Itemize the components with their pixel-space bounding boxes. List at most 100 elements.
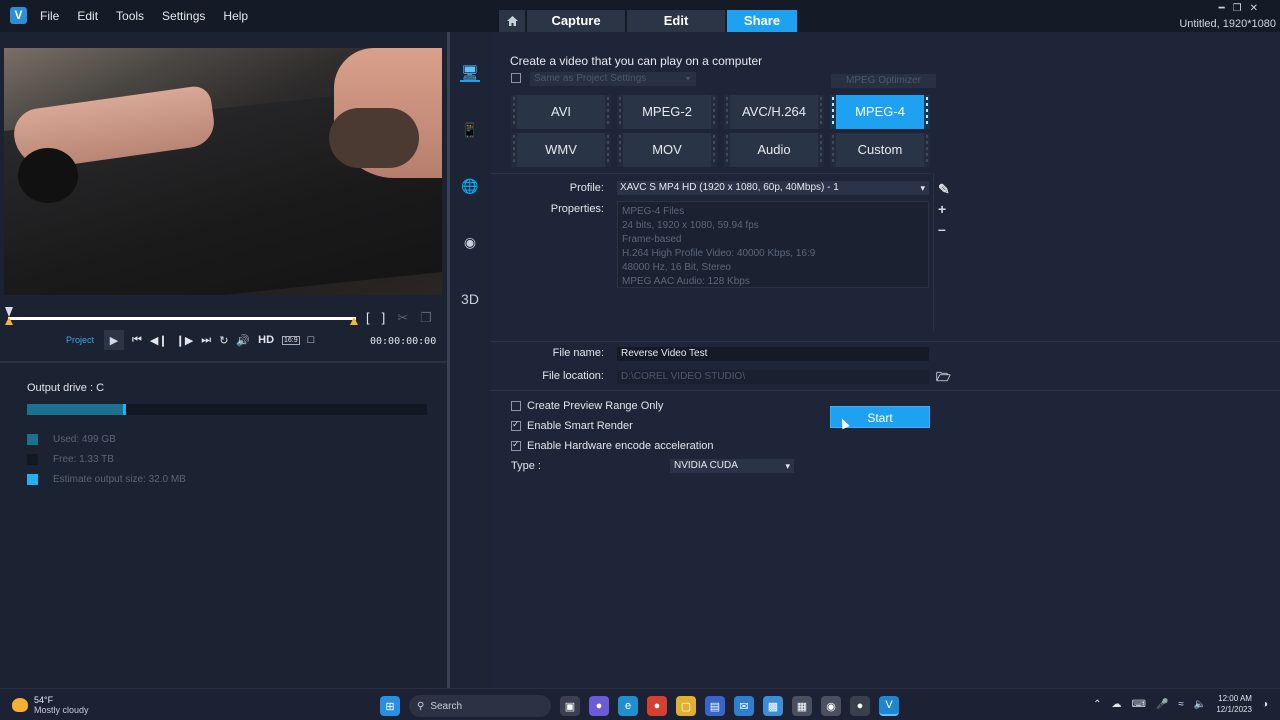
format-custom[interactable]: Custom [830,133,930,167]
close-icon[interactable]: ✕ [1250,3,1266,14]
go-start-icon[interactable]: ⏮ [132,334,142,347]
used-label: Used: 499 GB [53,433,116,445]
same-as-project-checkbox[interactable] [511,73,521,83]
3d-icon[interactable]: 3D [460,289,480,309]
task-view-icon[interactable]: ▣ [560,696,580,716]
aspect-ratio-button[interactable]: 16:9 [282,335,300,345]
properties-box: MPEG-4 Files 24 bits, 1920 x 1080, 59.94… [617,201,929,288]
menu-settings[interactable]: Settings [162,9,205,23]
home-icon [506,16,518,26]
format-mov[interactable]: MOV [617,133,717,167]
drive-legend: Used: 499 GB Free: 1.33 TB Estimate outp… [27,429,186,489]
format-avi[interactable]: AVI [511,95,611,129]
calculator-icon[interactable]: ▦ [792,696,812,716]
volume-icon[interactable]: 🔊 [236,334,250,347]
mark-out-icon[interactable]: ] [382,310,386,326]
weather-desc: Mostly cloudy [34,705,89,715]
windows-start-icon[interactable]: ⊞ [380,696,400,716]
file-name-input[interactable]: Reverse Video Test [617,347,929,361]
smart-render-option[interactable]: Enable Smart Render [511,419,633,432]
weather-widget[interactable]: 54°F Mostly cloudy [12,695,89,715]
preview-range-option[interactable]: Create Preview Range Only [511,400,663,412]
file-explorer-icon[interactable]: ▢ [676,696,696,716]
notification-icon[interactable]: ◑ [1262,699,1268,710]
copy-icon[interactable]: ❐ [420,310,432,326]
chrome-icon[interactable]: ● [647,696,667,716]
type-select[interactable]: NVIDIA CUDA [670,459,794,473]
share-heading: Create a video that you can play on a co… [510,54,763,68]
split-icon[interactable]: ✂ [397,310,408,326]
weather-icon [12,698,28,712]
format-wmv[interactable]: WMV [511,133,611,167]
hardware-encode-option[interactable]: Enable Hardware encode acceleration [511,439,714,452]
browse-folder-icon[interactable]: 🗁 [936,368,951,389]
minimize-icon[interactable]: ━ [1219,3,1233,14]
menu-help[interactable]: Help [223,9,248,23]
smart-render-checkbox[interactable] [511,419,521,431]
project-mode-label[interactable]: Project [66,335,94,345]
hardware-encode-checkbox[interactable] [511,439,521,451]
videostudio-taskbar-icon[interactable]: V [879,696,899,716]
speaker-icon[interactable]: 🔈 [1194,699,1206,710]
play-button[interactable]: ▶ [104,330,125,350]
format-audio[interactable]: Audio [724,133,824,167]
store-icon[interactable]: ▤ [705,696,725,716]
timecode-field[interactable]: 00:00:00:00 [370,336,436,347]
keyboard-icon[interactable]: ⌨ [1132,699,1146,710]
onedrive-icon[interactable]: ☁ [1112,699,1122,710]
scrub-bar[interactable] [8,317,356,320]
prev-frame-icon[interactable]: ◀❙ [150,334,168,347]
photos-icon[interactable]: ▩ [763,696,783,716]
tray-overflow-icon[interactable]: ⌃ [1093,699,1101,710]
tab-edit[interactable]: Edit [627,10,725,32]
format-mpeg4[interactable]: MPEG-4 [830,95,930,129]
hd-preview-button[interactable]: HD [258,334,274,346]
format-avc[interactable]: AVC/H.264 [724,95,824,129]
device-icon[interactable]: 📱 [460,120,480,140]
scrubber-handle[interactable] [5,307,13,317]
window-controls[interactable]: ━❐✕ [1219,3,1266,14]
disc-icon[interactable]: ◉ [460,232,480,252]
computer-icon[interactable]: 🖥 [460,62,480,82]
camera-icon[interactable]: ◉ [821,696,841,716]
app-icon[interactable]: ● [850,696,870,716]
chat-icon[interactable]: ● [589,696,609,716]
restore-icon[interactable]: ❐ [1233,3,1250,14]
free-swatch [27,453,38,465]
format-mpeg2[interactable]: MPEG-2 [617,95,717,129]
home-tab[interactable] [499,10,525,32]
menu-edit[interactable]: Edit [77,9,98,23]
edit-profile-icon[interactable]: ✎ [938,181,950,198]
preview-range-checkbox[interactable] [511,401,521,411]
clock[interactable]: 12:00 AM 12/1/2023 [1216,693,1252,715]
wifi-icon[interactable]: ≈ [1178,699,1184,710]
file-location-label: File location: [542,370,604,382]
mpeg-optimizer-button[interactable]: MPEG Optimizer [831,74,936,88]
taskbar-search[interactable]: ⚲ Search [409,695,551,717]
same-as-project-select[interactable]: Same as Project Settings [530,72,696,86]
next-frame-icon[interactable]: ❙▶ [176,334,194,347]
enlarge-icon[interactable]: □ [308,334,315,346]
microphone-icon[interactable]: 🎤 [1156,699,1168,710]
web-icon[interactable]: 🌐 [460,176,480,196]
menu-tools[interactable]: Tools [116,9,144,23]
type-label: Type : [511,460,541,472]
options-divider [490,390,1280,391]
go-end-icon[interactable]: ⏭ [201,334,211,347]
tab-share[interactable]: Share [727,10,797,32]
mail-icon[interactable]: ✉ [734,696,754,716]
mark-buttons: [ ] ✂ ❐ [366,310,432,326]
mark-in-icon[interactable]: [ [366,310,370,326]
property-line: 24 bits, 1920 x 1080, 59.94 fps [622,220,759,231]
menu-file[interactable]: File [40,9,59,23]
profile-select[interactable]: XAVC S MP4 HD (1920 x 1080, 60p, 40Mbps)… [617,181,929,195]
add-profile-icon[interactable]: + [938,201,946,217]
estimate-label: Estimate output size: 32.0 MB [53,473,186,485]
edge-icon[interactable]: e [618,696,638,716]
video-preview[interactable] [4,48,442,295]
tab-capture[interactable]: Capture [527,10,625,32]
remove-profile-icon[interactable]: – [938,221,946,237]
property-line: MPEG AAC Audio: 128 Kbps [622,276,750,287]
repeat-icon[interactable]: ↻ [219,334,228,347]
file-location-input[interactable]: D:\COREL VIDEO STUDIO\ [617,370,929,384]
